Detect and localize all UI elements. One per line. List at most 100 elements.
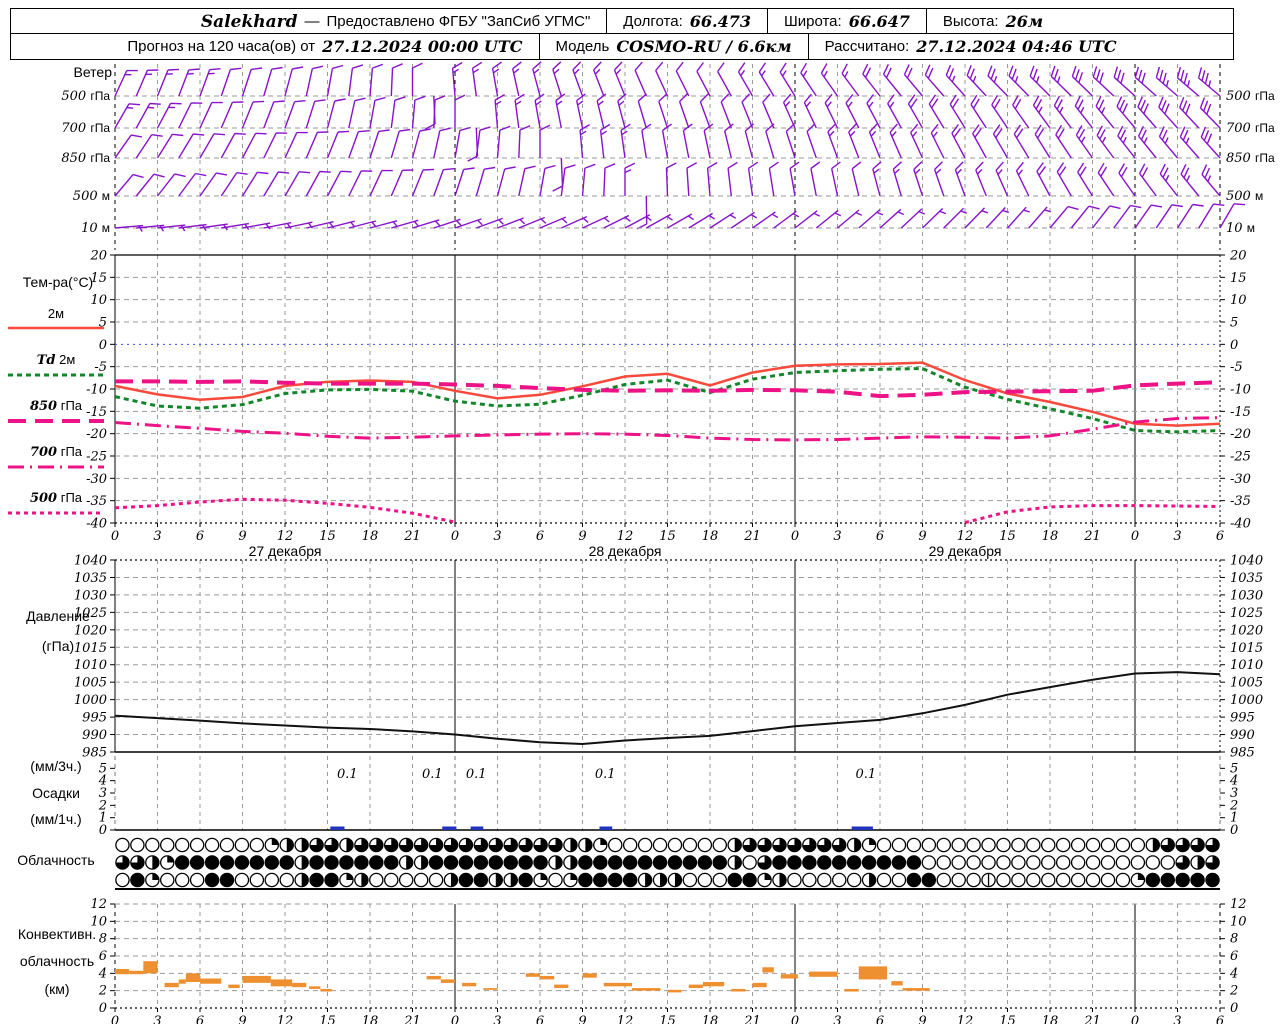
- convective-tick-right: 2: [1229, 984, 1238, 999]
- temp-tick-left: 15: [90, 271, 107, 286]
- convective-cloud-bar: [525, 973, 540, 977]
- temp-tick-left: -40: [86, 517, 107, 532]
- precip-bar: [330, 826, 345, 830]
- convective-cloud-bar: [891, 981, 903, 986]
- hour-label: 3: [1173, 529, 1181, 544]
- pressure-tick-right: 1020: [1230, 623, 1263, 638]
- temp-tick-right: -20: [1230, 427, 1251, 442]
- hour-label: 12: [617, 529, 634, 544]
- hour-label-bottom: 21: [743, 1014, 761, 1024]
- convective-tick-right: 12: [1230, 897, 1247, 912]
- pressure-tick-right: 1040: [1230, 554, 1263, 569]
- pressure-tick-right: 990: [1230, 728, 1255, 743]
- convective-tick-left: 10: [90, 914, 107, 929]
- temp-tick-right: -5: [1230, 360, 1243, 375]
- convective-cloud-bar: [780, 974, 798, 979]
- date-label: 29 декабря: [929, 543, 1002, 559]
- convective-cloud-bar: [320, 988, 332, 992]
- precip-bar: [599, 826, 613, 830]
- temp-tick-left: -35: [86, 494, 107, 509]
- pressure-tick-left: 1025: [74, 606, 107, 621]
- wind-barbs-row: [114, 61, 1221, 130]
- pressure-tick-left: 985: [82, 746, 107, 761]
- meteogram-page: Salekhard — Предоставлено ФГБУ "ЗапСиб У…: [0, 0, 1280, 1024]
- pressure-tick-left: 1040: [74, 554, 107, 569]
- precip-bar: [442, 826, 457, 830]
- convective-cloud-bar: [242, 975, 271, 983]
- convective-cloud-bar: [582, 973, 597, 978]
- convective-cloud-bar: [292, 982, 307, 988]
- hour-label-bottom: 15: [319, 1014, 336, 1024]
- hour-label-bottom: 3: [1173, 1014, 1181, 1024]
- hour-label: 15: [999, 529, 1016, 544]
- pressure-tick-right: 1030: [1230, 588, 1263, 603]
- precip-amount-label: 0.1: [422, 767, 443, 782]
- temp-tick-left: -20: [86, 427, 107, 442]
- hour-label-bottom: 15: [659, 1014, 676, 1024]
- wind-level-label-left: 500 гПа: [61, 89, 110, 104]
- hour-label-bottom: 3: [833, 1014, 841, 1024]
- convective-cloud-bar: [270, 979, 293, 987]
- temp-tick-right: -30: [1230, 472, 1251, 487]
- pressure-tick-right: 1035: [1230, 571, 1263, 586]
- pressure-tick-left: 1020: [74, 623, 107, 638]
- wind-level-label-left: 700 гПа: [61, 121, 110, 136]
- date-label: 27 декабря: [249, 543, 322, 559]
- wind-level-label-left: 850 гПа: [61, 151, 110, 166]
- convective-tick-left: 6: [99, 949, 107, 964]
- hour-label: 12: [957, 529, 974, 544]
- convective-tick-left: 4: [98, 966, 107, 981]
- convective-cloud-bar: [540, 975, 555, 980]
- temp-tick-left: 5: [99, 316, 107, 331]
- temp-tick-right: 20: [1229, 249, 1247, 264]
- precip-bar: [851, 826, 873, 830]
- pressure-tick-left: 1005: [74, 676, 107, 691]
- convective-tick-left: 12: [90, 897, 107, 912]
- hour-label: 21: [743, 529, 761, 544]
- pressure-tick-right: 995: [1230, 711, 1255, 726]
- pressure-tick-left: 1035: [74, 571, 107, 586]
- temp-tick-right: 10: [1230, 293, 1247, 308]
- hour-label: 3: [833, 529, 841, 544]
- temp-tick-right: -25: [1230, 450, 1251, 465]
- convective-cloud-bar: [129, 970, 144, 975]
- temp-tick-left: 0: [99, 338, 107, 353]
- pressure-tick-right: 1010: [1230, 658, 1263, 673]
- temp-series-3: [114, 416, 1221, 442]
- convective-cloud-bar: [185, 973, 200, 982]
- hour-label-bottom: 0: [791, 1014, 799, 1024]
- cloud-symbol-row: [115, 872, 1220, 888]
- convective-cloud-bar: [667, 989, 682, 993]
- hour-label-bottom: 3: [493, 1014, 501, 1024]
- pressure-tick-right: 1005: [1230, 676, 1263, 691]
- convective-cloud-bar: [752, 982, 767, 988]
- wind-level-label-right: 700 гПа: [1226, 121, 1275, 136]
- hour-label-bottom: 9: [578, 1014, 586, 1024]
- hour-label-bottom: 18: [702, 1014, 719, 1024]
- hour-label: 18: [362, 529, 379, 544]
- convective-tick-right: 4: [1229, 966, 1238, 981]
- temp-tick-right: -15: [1230, 405, 1251, 420]
- pressure-tick-left: 1030: [74, 588, 107, 603]
- hour-label-bottom: 12: [617, 1014, 634, 1024]
- hour-label-bottom: 15: [999, 1014, 1016, 1024]
- precip-amount-label: 0.1: [337, 767, 358, 782]
- pressure-tick-right: 1025: [1230, 606, 1263, 621]
- hour-label: 6: [196, 529, 204, 544]
- pressure-tick-left: 1000: [74, 693, 107, 708]
- pressure-tick-left: 1010: [74, 658, 107, 673]
- hour-label-bottom: 18: [1042, 1014, 1059, 1024]
- hour-label-bottom: 0: [1131, 1014, 1139, 1024]
- convective-cloud-bar: [426, 975, 441, 980]
- temp-tick-right: -10: [1230, 383, 1251, 398]
- hour-label-bottom: 6: [196, 1014, 204, 1024]
- convective-cloud-bar: [554, 984, 569, 989]
- temp-tick-left: 20: [89, 249, 107, 264]
- temp-tick-right: 0: [1230, 338, 1238, 353]
- convective-cloud-bar: [902, 988, 930, 991]
- precip-amount-label: 0.1: [855, 767, 876, 782]
- pressure-tick-left: 995: [82, 711, 107, 726]
- convective-tick-right: 0: [1230, 1001, 1238, 1016]
- convective-cloud-bar: [309, 986, 321, 989]
- cloud-symbol-row: [115, 855, 1220, 870]
